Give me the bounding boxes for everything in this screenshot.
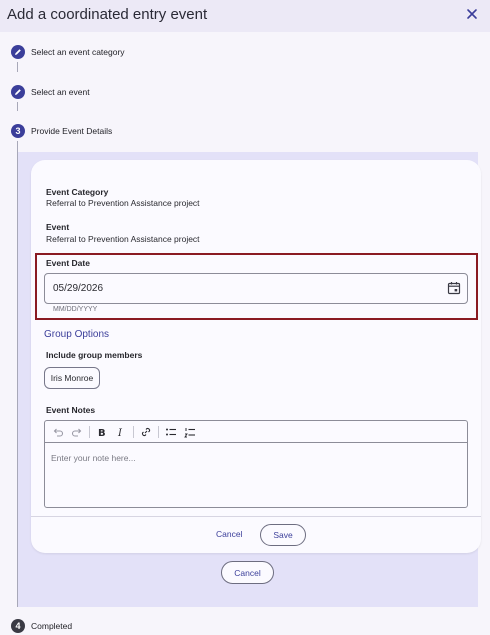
- pencil-icon: [11, 85, 25, 99]
- step-completed: 4 Completed: [11, 619, 72, 633]
- card-divider: [31, 516, 481, 517]
- step-label: Provide Event Details: [31, 126, 113, 136]
- dialog-title: Add a coordinated entry event: [7, 6, 208, 23]
- notes-input[interactable]: [45, 443, 467, 507]
- step-number: 4: [11, 619, 25, 633]
- include-members-label: Include group members: [46, 350, 143, 360]
- event-category-value: Referral to Prevention Assistance projec…: [46, 198, 200, 208]
- step-number: 3: [11, 124, 25, 138]
- event-notes-label: Event Notes: [46, 405, 96, 415]
- bullet-list-icon[interactable]: [164, 425, 178, 439]
- step-label: Completed: [31, 621, 73, 631]
- bold-icon[interactable]: B: [95, 425, 109, 439]
- undo-icon[interactable]: [51, 425, 65, 439]
- notes-editor: B I: [44, 420, 468, 508]
- calendar-icon[interactable]: [447, 281, 461, 295]
- step-label: Select an event: [31, 87, 90, 97]
- step-connector: [17, 62, 18, 72]
- date-format-helper: MM/DD/YYYY: [53, 306, 98, 313]
- editor-toolbar: B I: [45, 421, 467, 443]
- numbered-list-icon[interactable]: [183, 425, 197, 439]
- svg-text:I: I: [117, 428, 123, 438]
- event-value: Referral to Prevention Assistance projec…: [46, 234, 200, 244]
- link-icon[interactable]: [139, 425, 153, 439]
- event-category-label: Event Category: [46, 187, 109, 197]
- member-chip[interactable]: Iris Monroe: [44, 367, 100, 389]
- step-select-event[interactable]: Select an event: [11, 85, 90, 99]
- card-cancel-button[interactable]: Cancel: [216, 529, 242, 539]
- redo-icon[interactable]: [70, 425, 84, 439]
- toolbar-separator: [89, 425, 90, 438]
- event-date-label: Event Date: [46, 258, 90, 268]
- outer-cancel-button[interactable]: Cancel: [221, 561, 274, 584]
- toolbar-separator: [158, 425, 159, 438]
- toolbar-separator: [133, 425, 134, 438]
- event-date-field[interactable]: 05/29/2026: [44, 273, 468, 304]
- notes-editor-body: [45, 443, 467, 507]
- pencil-icon: [11, 45, 25, 59]
- save-button[interactable]: Save: [260, 524, 306, 546]
- italic-icon[interactable]: I: [114, 425, 128, 439]
- dialog-header: Add a coordinated entry event: [0, 0, 490, 32]
- step-select-category[interactable]: Select an event category: [11, 45, 125, 59]
- group-options-title: Group Options: [44, 329, 110, 340]
- step-provide-details: 3 Provide Event Details: [11, 124, 112, 138]
- step-label: Select an event category: [31, 47, 125, 57]
- event-label: Event: [46, 222, 70, 232]
- step-connector: [17, 102, 18, 111]
- close-icon[interactable]: [464, 6, 480, 22]
- event-date-value: 05/29/2026: [53, 283, 104, 294]
- svg-text:B: B: [98, 428, 106, 438]
